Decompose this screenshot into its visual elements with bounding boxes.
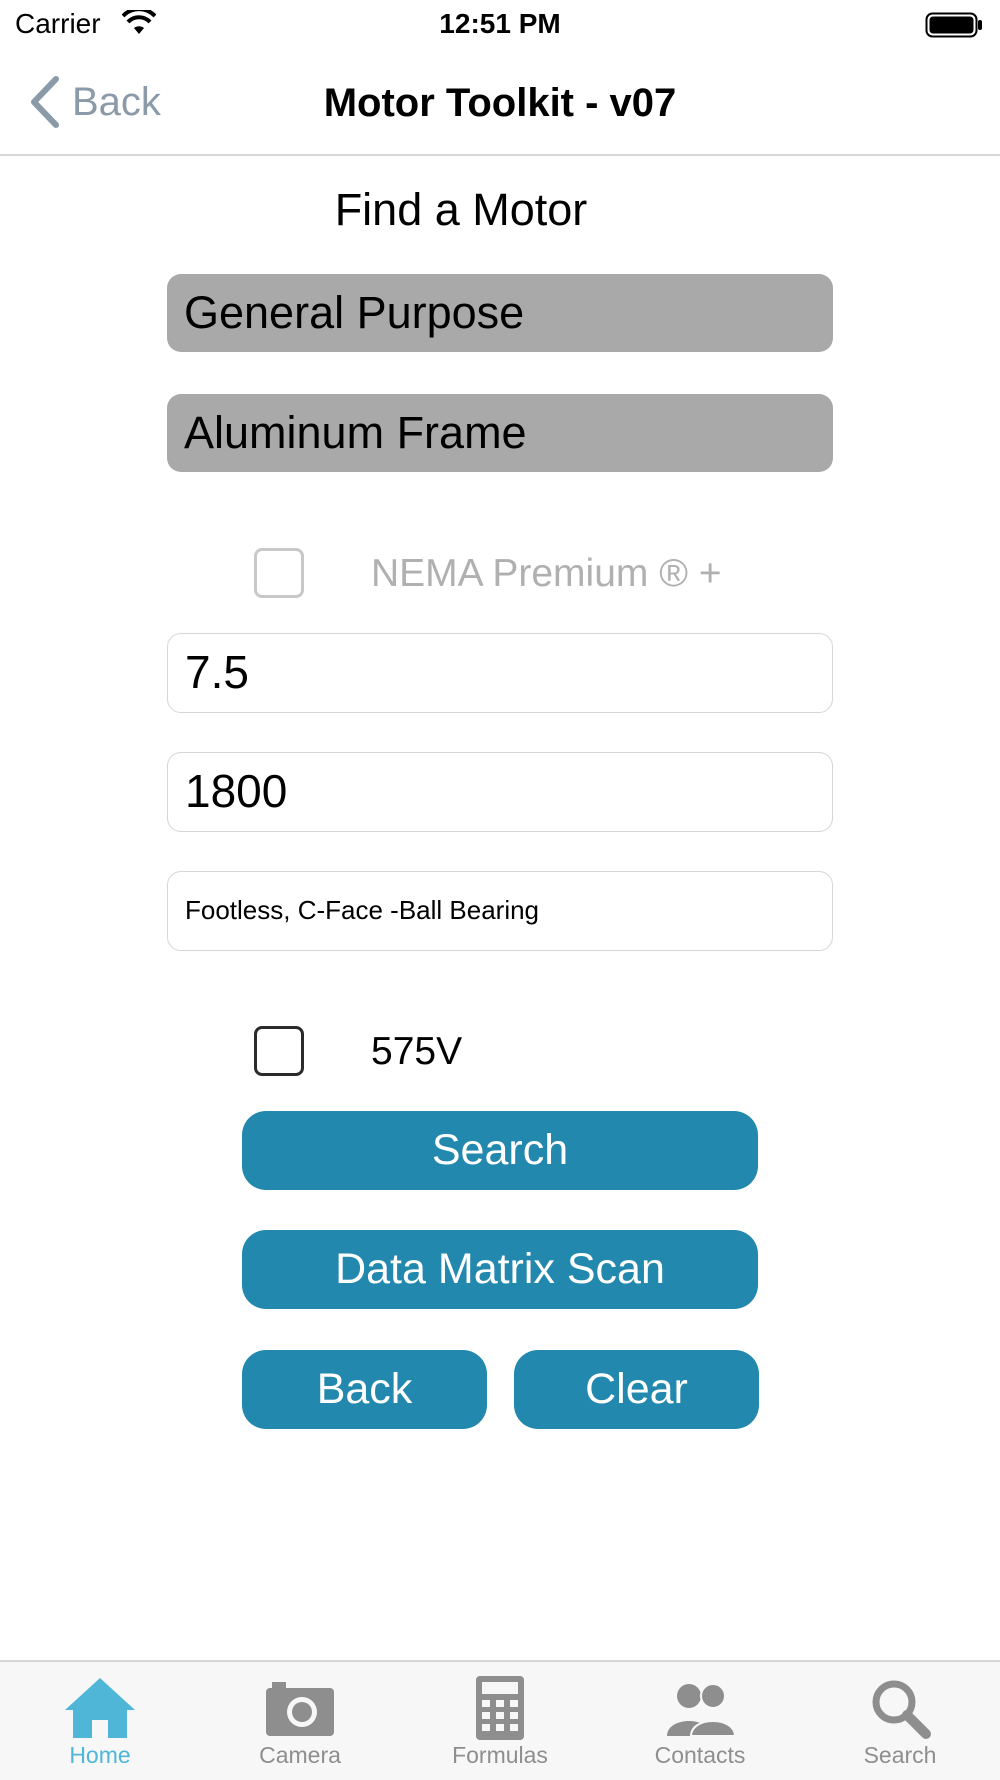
rpm-input[interactable]: 1800: [167, 752, 833, 832]
find-motor-heading: Find a Motor: [334, 184, 588, 235]
calculator-icon: [476, 1676, 524, 1740]
search-icon: [872, 1680, 931, 1739]
tab-formulas[interactable]: Formulas: [400, 1662, 600, 1780]
tab-search[interactable]: Search: [800, 1662, 1000, 1780]
mounting-type-input[interactable]: Footless, C-Face -Ball Bearing: [167, 871, 833, 951]
voltage-575-checkbox[interactable]: [254, 1026, 304, 1076]
tab-formulas-label: Formulas: [452, 1742, 548, 1768]
tab-bar: Home Camera Formulas Contacts Search: [0, 1660, 1000, 1780]
status-bar: Carrier 12:51 PM: [0, 0, 1000, 52]
nav-back-button[interactable]: Back: [28, 72, 161, 132]
clear-button[interactable]: Clear: [514, 1350, 759, 1429]
frame-select[interactable]: Aluminum Frame: [167, 394, 833, 472]
tab-home[interactable]: Home: [0, 1662, 200, 1780]
status-time: 12:51 PM: [439, 8, 561, 39]
voltage-575-label: 575V: [371, 1030, 463, 1073]
tab-camera[interactable]: Camera: [200, 1662, 400, 1780]
tab-camera-label: Camera: [259, 1742, 341, 1768]
tab-contacts[interactable]: Contacts: [600, 1662, 800, 1780]
tab-search-label: Search: [863, 1742, 937, 1768]
data-matrix-scan-button[interactable]: Data Matrix Scan: [242, 1230, 758, 1309]
horsepower-input[interactable]: 7.5: [167, 633, 833, 713]
battery-icon: [925, 12, 982, 38]
contacts-icon: [667, 1683, 737, 1737]
navigation-bar: Motor Toolkit - v07 Back: [0, 52, 1000, 156]
home-icon: [65, 1678, 135, 1738]
category-select[interactable]: General Purpose: [167, 274, 833, 352]
nema-premium-label: NEMA Premium ® +: [371, 552, 722, 595]
chevron-left-icon: [31, 76, 59, 128]
camera-icon: [266, 1682, 334, 1736]
back-button[interactable]: Back: [242, 1350, 487, 1429]
search-button[interactable]: Search: [242, 1111, 758, 1190]
tab-home-label: Home: [69, 1742, 131, 1768]
nav-back-label: Back: [72, 79, 161, 124]
nema-premium-checkbox[interactable]: [254, 548, 304, 598]
tab-contacts-label: Contacts: [654, 1742, 746, 1768]
